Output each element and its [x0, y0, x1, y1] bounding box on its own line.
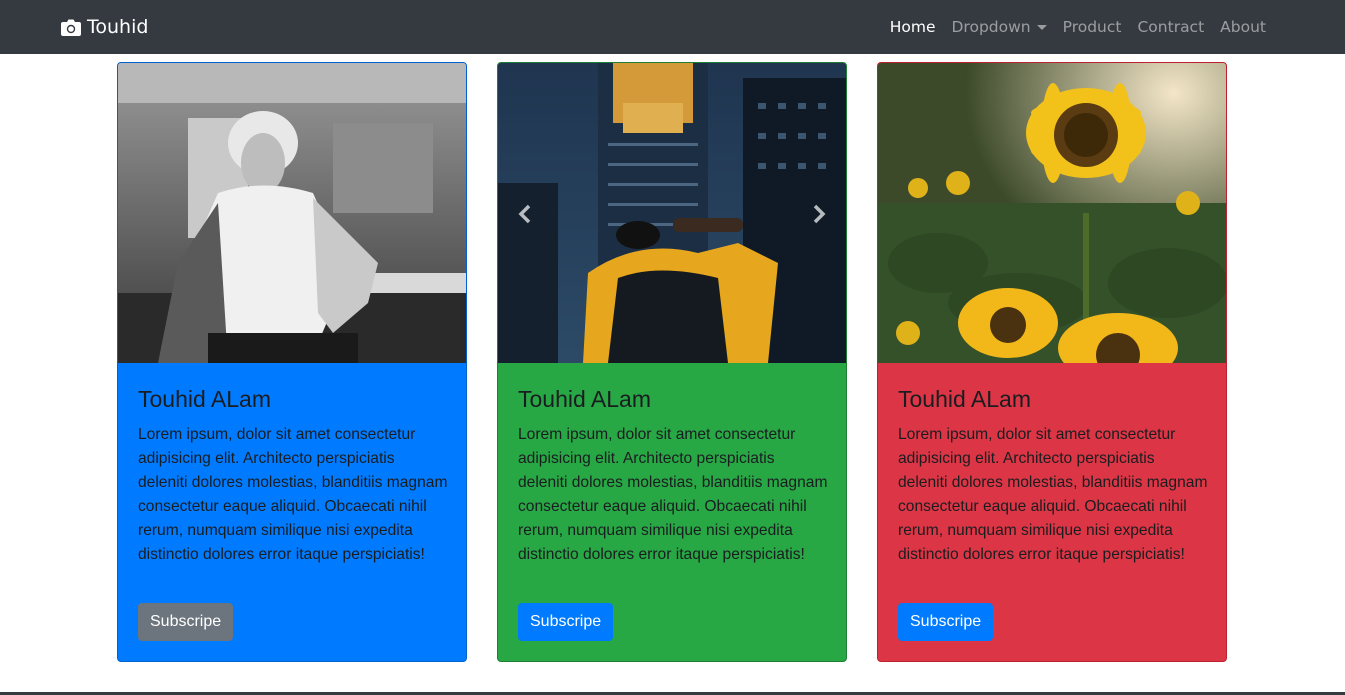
card-image-city-carousel [498, 63, 846, 363]
brand-name: Touhid [87, 16, 149, 38]
nav-dropdown[interactable]: Dropdown [944, 18, 1055, 36]
card-2: Touhid ALam Lorem ipsum, dolor sit amet … [497, 62, 847, 662]
card-image-sunflowers [878, 63, 1226, 363]
navbar: Touhid Home Dropdown Product Contract Ab… [0, 0, 1345, 54]
card-title: Touhid ALam [898, 386, 1031, 412]
card-text: Lorem ipsum, dolor sit amet consectetur … [138, 426, 448, 563]
nav-about[interactable]: About [1212, 18, 1274, 36]
card-image-man [118, 63, 466, 363]
card-body: Touhid ALam Lorem ipsum, dolor sit amet … [518, 381, 828, 567]
card-3: Touhid ALam Lorem ipsum, dolor sit amet … [877, 62, 1227, 662]
subscribe-button[interactable]: Subscripe [898, 603, 994, 641]
card-body: Touhid ALam Lorem ipsum, dolor sit amet … [898, 381, 1208, 567]
card-title: Touhid ALam [138, 386, 271, 412]
card-text: Lorem ipsum, dolor sit amet consectetur … [898, 426, 1208, 563]
nav-product[interactable]: Product [1055, 18, 1130, 36]
chevron-left-icon[interactable] [510, 199, 540, 229]
card-1: Touhid ALam Lorem ipsum, dolor sit amet … [117, 62, 467, 662]
camera-icon [61, 19, 81, 36]
chevron-right-icon[interactable] [804, 199, 834, 229]
brand-link[interactable]: Touhid [61, 14, 148, 40]
card-title: Touhid ALam [518, 386, 651, 412]
nav-links: Home Dropdown Product Contract About [882, 0, 1274, 54]
caret-down-icon [1036, 25, 1047, 30]
card-body: Touhid ALam Lorem ipsum, dolor sit amet … [138, 381, 448, 567]
subscribe-button[interactable]: Subscripe [138, 603, 234, 641]
subscribe-button[interactable]: Subscripe [518, 603, 614, 641]
nav-contract[interactable]: Contract [1129, 18, 1212, 36]
card-text: Lorem ipsum, dolor sit amet consectetur … [518, 426, 828, 563]
nav-home[interactable]: Home [882, 18, 944, 36]
nav-dropdown-label: Dropdown [951, 18, 1031, 36]
